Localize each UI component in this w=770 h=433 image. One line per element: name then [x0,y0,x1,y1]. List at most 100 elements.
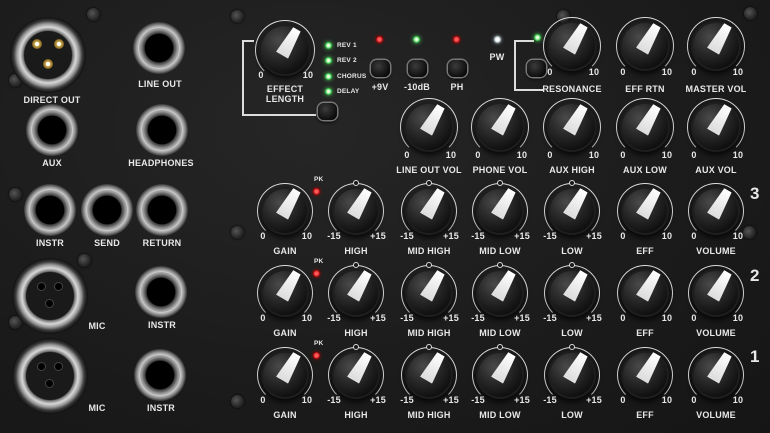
resonance-knob-pointer [563,22,590,55]
ch1-gain-knob[interactable] [261,351,309,399]
effect-length-knob-pointer [276,26,303,59]
ch1-mid-high-knob-pointer [420,351,447,384]
led-rev1 [325,42,332,49]
plus9v-button[interactable] [371,60,390,77]
instr-jack-1[interactable] [134,349,186,401]
ch2-low-knob-pointer [563,269,590,302]
eff-rtn-knob[interactable] [620,21,670,71]
headphones-jack[interactable] [136,104,188,156]
instr-top-label: INSTR [36,238,64,248]
pk-led-ch2 [313,270,320,277]
ch2-eff-knob[interactable] [621,269,669,317]
instr-jack-top[interactable] [24,184,76,236]
eff-rtn-knob-min-label: 0 [620,67,626,77]
ch3-mid-low-knob[interactable] [476,187,524,235]
ch3-mid-high-knob-max-label: +15 [443,231,459,241]
aux-low-knob[interactable] [620,102,670,152]
mic-xlr-jack-2[interactable] [12,258,88,334]
effect-select-button[interactable] [318,103,337,120]
instr-jack-2[interactable] [135,266,187,318]
screw-top-far-right [744,7,757,20]
pk-label-ch3: PK [314,176,324,183]
aux-high-knob[interactable] [547,102,597,152]
ch2-mid-low-knob[interactable] [476,269,524,317]
ch2-mid-high-knob[interactable] [405,269,453,317]
screw-left-2 [9,188,22,201]
direct-out-xlr-jack[interactable] [10,17,86,93]
ch3-low-knob[interactable] [548,187,596,235]
ch1-eff-knob[interactable] [621,351,669,399]
ch3-high-knob-max-label: +15 [370,231,386,241]
ch1-mid-low-knob-center-detent [497,344,503,350]
aux-jack[interactable] [26,104,78,156]
ch2-volume-knob-max-label: 10 [732,313,744,323]
ch2-eff-knob-label: EFF [636,328,654,338]
screw-left-3 [78,254,91,267]
mic-xlr-jack-1[interactable] [12,338,88,414]
aux-high-label: AUX HIGH [549,165,595,175]
ch3-high-knob-label: HIGH [344,246,368,256]
ch2-mid-high-knob-center-detent [426,262,432,268]
channel-2-number: 2 [750,266,760,285]
ph-button[interactable] [448,60,467,77]
resonance-knob[interactable] [547,21,597,71]
resonance-button[interactable] [527,60,546,77]
ch2-low-knob[interactable] [548,269,596,317]
return-jack[interactable] [136,184,188,236]
ch3-mid-high-knob-min-label: -15 [400,231,414,241]
ch1-mid-high-knob-min-label: -15 [400,395,414,405]
line-out-jack[interactable] [133,22,185,74]
ch3-gain-knob-max-label: 10 [301,231,313,241]
phone-vol-knob-min-label: 0 [475,150,481,160]
ch2-gain-knob[interactable] [261,269,309,317]
aux-vol-knob-max-label: 10 [732,150,744,160]
led-delay [325,88,332,95]
ch2-high-knob-min-label: -15 [327,313,341,323]
ch1-low-knob[interactable] [548,351,596,399]
ch3-mid-high-knob-label: MID HIGH [407,246,451,256]
ch3-low-knob-label: LOW [561,246,583,256]
ch3-gain-knob-pointer [276,187,303,220]
ch3-mid-high-knob-pointer [420,187,447,220]
ch3-mid-high-knob[interactable] [405,187,453,235]
ch3-eff-knob-min-label: 0 [620,231,626,241]
line-out-vol-knob[interactable] [404,102,454,152]
ch3-high-knob[interactable] [332,187,380,235]
effect-length-knob[interactable] [259,24,311,76]
pw-led [494,36,501,43]
effect-length-label: EFFECT LENGTH [265,84,305,104]
chorus-label: CHORUS [337,73,367,80]
ch2-volume-knob[interactable] [692,269,740,317]
ch1-mid-high-knob[interactable] [405,351,453,399]
effects-bracket-vertical [242,40,244,115]
ch1-low-knob-min-label: -15 [543,395,557,405]
ch3-eff-knob[interactable] [621,187,669,235]
ch2-high-knob-center-detent [353,262,359,268]
master-vol-knob-max-label: 10 [732,67,744,77]
ch2-high-knob-label: HIGH [344,328,368,338]
ch2-high-knob-pointer [347,269,374,302]
aux-low-label: AUX LOW [623,165,667,175]
ch1-gain-knob-pointer [276,351,303,384]
ch3-mid-low-knob-min-label: -15 [471,231,485,241]
minus10db-button[interactable] [408,60,427,77]
ch3-gain-knob[interactable] [261,187,309,235]
ch2-high-knob[interactable] [332,269,380,317]
ch3-eff-knob-max-label: 10 [661,231,673,241]
ch1-high-knob[interactable] [332,351,380,399]
channel-3-number: 3 [750,184,760,203]
ch3-volume-knob[interactable] [692,187,740,235]
ch2-volume-knob-pointer [707,269,734,302]
effects-bracket-bottom [242,114,316,116]
ch1-volume-knob[interactable] [692,351,740,399]
ch1-mid-low-knob[interactable] [476,351,524,399]
send-jack[interactable] [81,184,133,236]
ch2-low-knob-max-label: +15 [586,313,602,323]
ch2-volume-knob-min-label: 0 [691,313,697,323]
ch2-eff-knob-pointer [636,269,663,302]
rev2-label: REV 2 [337,57,357,64]
phone-vol-knob[interactable] [475,102,525,152]
aux-vol-knob[interactable] [691,102,741,152]
master-vol-knob[interactable] [691,21,741,71]
ch3-gain-knob-min-label: 0 [260,231,266,241]
